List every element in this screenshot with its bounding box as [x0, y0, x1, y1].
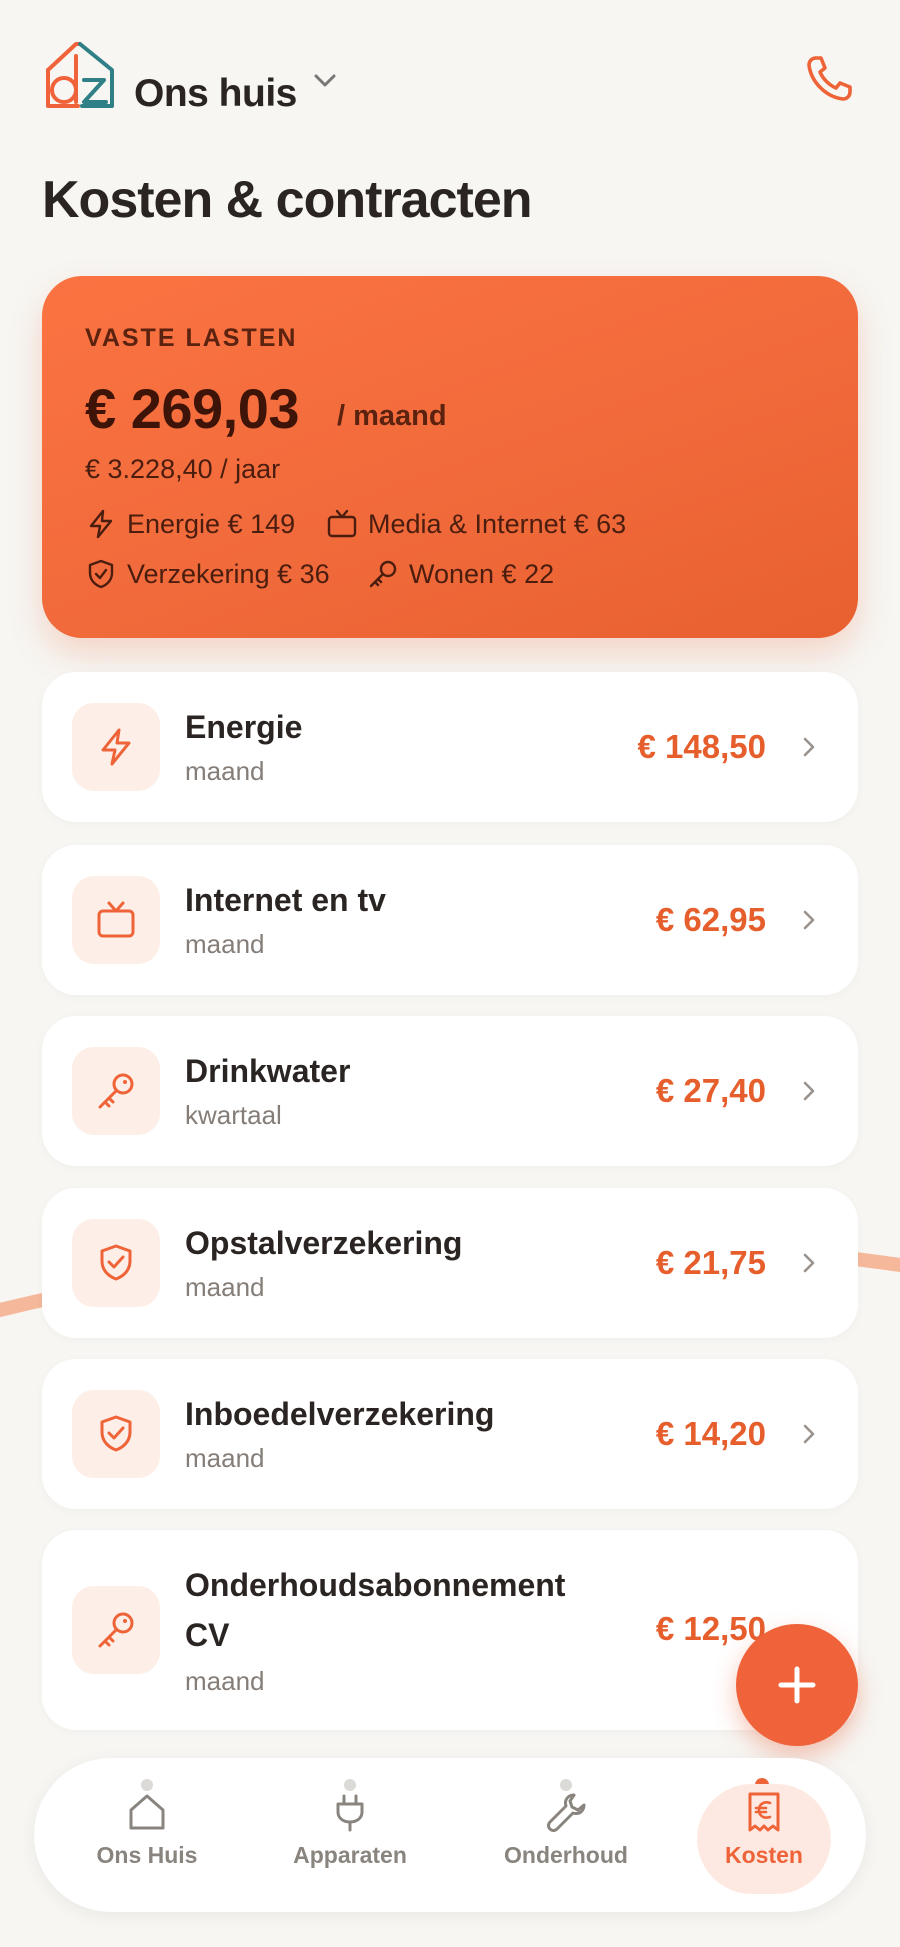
key-icon [98, 1073, 134, 1109]
nav-item-ons-huis[interactable]: Ons Huis [72, 1790, 222, 1890]
contract-icon-box [72, 1390, 160, 1478]
add-contract-button[interactable] [736, 1624, 858, 1746]
contract-amount: € 27,40 [655, 1072, 766, 1109]
contract-title: Drinkwater [185, 1053, 351, 1089]
page-title: Kosten & contracten [42, 171, 533, 229]
contract-period: maand [185, 929, 265, 959]
chevron-right-icon [803, 1081, 815, 1101]
contract-row-inboedelverzekering[interactable]: Inboedelverzekering maand € 14,20 [42, 1359, 858, 1509]
contract-title-line2: CV [185, 1617, 230, 1653]
contract-period: kwartaal [185, 1100, 282, 1130]
contract-amount: € 21,75 [655, 1244, 766, 1281]
summary-category-housing: Wonen € 22 [367, 558, 554, 590]
shield-icon [100, 1415, 132, 1452]
wrench-icon [547, 1793, 586, 1832]
chevron-down-icon[interactable] [310, 66, 340, 96]
summary-monthly-amount: € 269,03 [85, 377, 299, 440]
tv-icon [97, 901, 135, 938]
contract-icon-box [72, 1047, 160, 1135]
nav-label: Onderhoud [504, 1842, 628, 1868]
contract-title: Inboedelverzekering [185, 1396, 495, 1432]
summary-category-energy: Energie € 149 [85, 508, 295, 540]
chevron-right-icon [803, 1424, 815, 1444]
shield-icon [100, 1244, 132, 1281]
contract-amount: € 12,50 [655, 1610, 766, 1647]
summary-category-label: Media & Internet € 63 [368, 508, 627, 539]
key-icon [369, 560, 397, 588]
summary-category-label: Energie € 149 [127, 508, 296, 539]
summary-label: VASTE LASTEN [85, 324, 298, 352]
contract-title: Internet en tv [185, 882, 386, 918]
key-icon [98, 1612, 134, 1648]
chevron-right-icon [803, 737, 815, 757]
nav-label: Apparaten [293, 1842, 407, 1868]
contract-row-opstalverzekering[interactable]: Opstalverzekering maand € 21,75 [42, 1188, 858, 1338]
nav-label: Kosten [725, 1842, 803, 1868]
receipt-euro-icon [748, 1792, 780, 1832]
contract-row-onderhoudsabonnement-cv[interactable]: Onderhoudsabonnement CV maand € 12,50 [42, 1530, 858, 1730]
summary-category-media: Media & Internet € 63 [326, 508, 626, 540]
app-logo [46, 42, 114, 108]
contract-icon-box [72, 876, 160, 964]
chevron-right-icon [803, 1253, 815, 1273]
summary-period: / maand [337, 400, 447, 432]
contract-amount: € 14,20 [655, 1415, 766, 1452]
bolt-icon [101, 728, 131, 766]
summary-category-insurance: Verzekering € 36 [85, 558, 330, 590]
contract-period: maand [185, 1443, 265, 1473]
contract-icon-box [72, 1586, 160, 1674]
summary-category-label: Wonen € 22 [409, 558, 555, 589]
contract-amount: € 148,50 [637, 728, 766, 765]
contract-period: maand [185, 756, 265, 786]
contract-period: maand [185, 1666, 265, 1696]
shield-icon [88, 559, 114, 589]
contract-icon-box [72, 1219, 160, 1307]
contract-amount: € 62,95 [655, 901, 766, 938]
nav-label: Ons Huis [96, 1842, 198, 1868]
contract-title: Energie [185, 709, 303, 745]
bottom-navigation: Ons Huis Apparaten Onderhoud Kosten [34, 1758, 866, 1912]
plug-icon [336, 1794, 364, 1832]
contract-row-energie[interactable]: Energie maand € 148,50 [42, 672, 858, 822]
plus-icon [778, 1666, 816, 1704]
chevron-right-icon [803, 910, 815, 930]
contract-row-internet-tv[interactable]: Internet en tv maand € 62,95 [42, 845, 858, 995]
summary-yearly-amount: € 3.228,40 / jaar [85, 454, 281, 484]
summary-category-label: Verzekering € 36 [127, 558, 330, 589]
nav-item-onderhoud[interactable]: Onderhoud [491, 1790, 641, 1890]
contract-row-drinkwater[interactable]: Drinkwater kwartaal € 27,40 [42, 1016, 858, 1166]
house-icon [129, 1794, 165, 1830]
contract-period: maand [185, 1272, 265, 1302]
phone-icon[interactable] [802, 50, 858, 106]
contract-title-line1: Onderhoudsabonnement [185, 1567, 566, 1603]
contract-icon-box [72, 703, 160, 791]
home-selector-label[interactable]: Ons huis [134, 72, 297, 116]
tv-icon [327, 509, 357, 538]
nav-item-kosten[interactable]: Kosten [689, 1790, 839, 1890]
bolt-icon [89, 509, 113, 539]
nav-item-apparaten[interactable]: Apparaten [275, 1790, 425, 1890]
fixed-costs-summary-card: VASTE LASTEN € 269,03 / maand € 3.228,40… [42, 276, 858, 638]
contract-title: Opstalverzekering [185, 1225, 463, 1261]
app-header: Ons huis [42, 36, 858, 116]
